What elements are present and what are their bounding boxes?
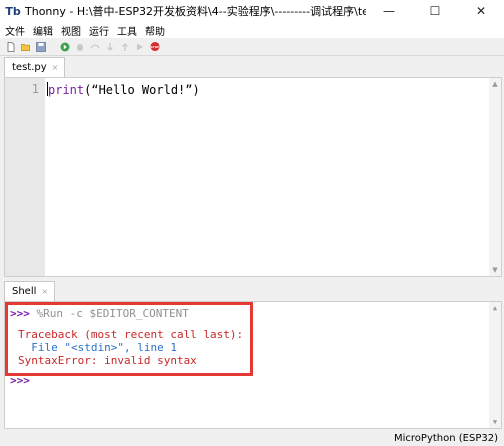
status-bar: MicroPython (ESP32) [0, 430, 504, 446]
menu-tools[interactable]: 工具 [112, 23, 140, 38]
stop-icon-label: STOP [151, 45, 160, 49]
new-file-icon[interactable] [6, 41, 16, 52]
toolbar: STOP [0, 38, 504, 56]
minimize-button[interactable]: — [366, 0, 412, 22]
editor-scrollbar[interactable]: ▲ ▼ [489, 78, 501, 276]
code-builtin: print [48, 83, 85, 97]
menu-run[interactable]: 运行 [84, 23, 112, 38]
shell-scrollbar[interactable]: ▲ ▼ [489, 302, 501, 428]
title-bar: Tb Thonny - H:\普中-ESP32开发板资料\4--实验程序\---… [0, 0, 504, 23]
code-editor[interactable]: 1 print(“Hello World!”) ▲ ▼ [4, 77, 502, 277]
save-icon[interactable] [36, 41, 46, 52]
open-file-icon[interactable] [21, 42, 31, 52]
interpreter-status[interactable]: MicroPython (ESP32) [394, 433, 498, 444]
shell-tab-bar: Shell × [0, 281, 504, 301]
menu-bar: 文件 编辑 视图 运行 工具 帮助 [0, 22, 504, 38]
run-icon[interactable] [60, 42, 70, 52]
scroll-down-icon[interactable]: ▼ [491, 418, 499, 426]
toolbar-separator [51, 42, 55, 52]
window-title: Thonny - H:\普中-ESP32开发板资料\4--实验程序\------… [25, 5, 366, 18]
close-tab-icon[interactable]: × [41, 287, 48, 296]
step-over-icon[interactable] [90, 42, 100, 52]
window-controls: — ☐ ✕ [366, 0, 504, 22]
step-into-icon[interactable] [105, 42, 115, 52]
maximize-button[interactable]: ☐ [412, 0, 458, 22]
tab-shell[interactable]: Shell × [4, 281, 56, 301]
code-text: (“Hello World!”) [84, 83, 200, 97]
scroll-up-icon[interactable]: ▲ [491, 80, 499, 88]
menu-file[interactable]: 文件 [0, 23, 28, 38]
menu-edit[interactable]: 编辑 [28, 23, 56, 38]
editor-tab-bar: test.py × [0, 57, 504, 77]
menu-help[interactable]: 帮助 [140, 23, 168, 38]
tab-label: Shell [12, 286, 37, 297]
close-tab-icon[interactable]: × [52, 63, 59, 72]
line-number-gutter: 1 [5, 78, 45, 276]
thonny-logo-icon: Tb [5, 4, 21, 18]
stop-icon[interactable]: STOP [150, 41, 160, 52]
scroll-down-icon[interactable]: ▼ [491, 266, 499, 274]
close-window-button[interactable]: ✕ [458, 0, 504, 22]
code-line[interactable]: print(“Hello World!”) [47, 82, 200, 97]
menu-view[interactable]: 视图 [56, 23, 84, 38]
error-highlight-box [5, 302, 253, 376]
resume-icon[interactable] [135, 42, 145, 52]
shell-console[interactable]: >>> %Run -c $EDITOR_CONTENT Traceback (m… [4, 301, 502, 429]
tab-test-py[interactable]: test.py × [4, 57, 66, 77]
step-out-icon[interactable] [120, 42, 130, 52]
tab-label: test.py [12, 62, 47, 73]
line-number: 1 [31, 82, 39, 96]
scroll-up-icon[interactable]: ▲ [491, 304, 499, 312]
debug-icon[interactable] [75, 42, 85, 52]
